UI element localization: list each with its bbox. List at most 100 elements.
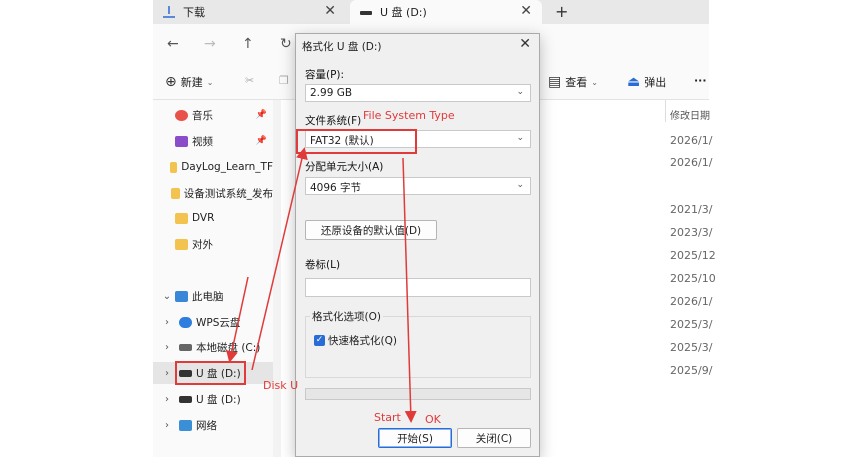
tab-bar: 下载 ✕ U 盘 (D:) ✕ + bbox=[153, 0, 709, 24]
chevron-down-icon: ⌄ bbox=[516, 87, 524, 97]
annotation-file-system-type: File System Type bbox=[363, 109, 455, 122]
disk-u-highlight bbox=[175, 361, 246, 385]
format-dialog: 格式化 U 盘 (D:) ✕ 容量(P): 2.99 GB ⌄ 文件系统(F) … bbox=[295, 33, 540, 457]
pin-icon: 📌 bbox=[255, 110, 267, 120]
usb-drive-icon bbox=[179, 395, 192, 403]
file-date: 2026/1/ bbox=[670, 156, 713, 169]
sidebar-item-label: 此电脑 bbox=[192, 290, 224, 303]
sidebar-item-label: U 盘 (D:) bbox=[196, 393, 241, 406]
capacity-value: 2.99 GB bbox=[310, 87, 353, 99]
pin-icon: 📌 bbox=[255, 136, 267, 146]
tab-label: U 盘 (D:) bbox=[380, 6, 427, 19]
restore-defaults-button[interactable]: 还原设备的默认值(D) bbox=[305, 220, 437, 240]
chevron-right-icon[interactable]: › bbox=[161, 368, 173, 379]
close-icon[interactable]: ✕ bbox=[519, 36, 531, 52]
chevron-down-icon: ⌄ bbox=[206, 77, 214, 87]
sidebar-item-dvr[interactable]: DVR bbox=[153, 207, 273, 229]
sidebar-item-external[interactable]: 对外 bbox=[153, 233, 273, 255]
close-button[interactable]: 关闭(C) bbox=[457, 428, 531, 448]
sidebar-item-label: 音乐 bbox=[192, 109, 213, 122]
view-label: 查看 bbox=[565, 76, 588, 89]
sidebar-item-label: 视频 bbox=[192, 135, 213, 148]
folder-icon bbox=[175, 212, 188, 224]
allocation-unit-select[interactable]: 4096 字节 ⌄ bbox=[305, 177, 531, 195]
chevron-down-icon: ⌄ bbox=[516, 180, 524, 190]
volume-label-label: 卷标(L) bbox=[305, 259, 341, 271]
disk-icon bbox=[179, 343, 192, 351]
tab-usb-drive[interactable]: U 盘 (D:) ✕ bbox=[350, 0, 542, 24]
column-separator bbox=[665, 100, 666, 122]
eject-icon: ⏏ bbox=[627, 74, 641, 90]
copy-icon[interactable]: ❐ bbox=[279, 74, 289, 87]
file-date: 2026/1/ bbox=[670, 134, 713, 147]
file-system-highlight bbox=[296, 129, 417, 154]
chevron-down-icon: ⌄ bbox=[591, 77, 598, 87]
sidebar-item-label: 对外 bbox=[192, 238, 213, 251]
file-date: 2025/9/ bbox=[670, 364, 713, 377]
more-options-icon[interactable]: ··· bbox=[694, 74, 707, 87]
drive-icon bbox=[360, 11, 372, 15]
date-modified-column-header[interactable]: 修改日期 bbox=[670, 107, 710, 122]
volume-label-input[interactable] bbox=[305, 278, 531, 297]
sidebar-item-label: 设备测试系统_发布 bbox=[183, 187, 273, 200]
quick-format-label[interactable]: 快速格式化(Q) bbox=[328, 333, 397, 348]
eject-button[interactable]: ⏏ 弹出 bbox=[627, 74, 666, 90]
navigation-pane: 音乐 📌 视频 📌 DayLog_Learn_TF 设备测试系统_发布 DVR … bbox=[153, 100, 273, 457]
dialog-title: 格式化 U 盘 (D:) bbox=[302, 41, 382, 53]
sidebar-item-local-disk-c[interactable]: › 本地磁盘 (C:) bbox=[153, 336, 273, 358]
chevron-down-icon[interactable]: ⌄ bbox=[161, 291, 173, 302]
file-date: 2021/3/ bbox=[670, 203, 713, 216]
tab-label: 下载 bbox=[183, 6, 205, 19]
file-date: 2025/10 bbox=[670, 272, 716, 285]
sidebar-item-daylog[interactable]: DayLog_Learn_TF bbox=[153, 156, 273, 178]
folder-icon bbox=[169, 161, 178, 173]
new-button[interactable]: ⊕ 新建 ⌄ bbox=[165, 74, 213, 90]
up-arrow-icon[interactable]: ↑ bbox=[242, 36, 254, 52]
chevron-right-icon[interactable]: › bbox=[161, 317, 173, 328]
chevron-right-icon[interactable]: › bbox=[161, 342, 173, 353]
sidebar-item-music[interactable]: 音乐 📌 bbox=[153, 104, 273, 126]
close-icon[interactable]: ✕ bbox=[324, 3, 336, 19]
back-arrow-icon[interactable]: ← bbox=[167, 36, 179, 52]
sidebar-item-device-test[interactable]: 设备测试系统_发布 bbox=[153, 182, 273, 204]
sidebar-item-this-pc[interactable]: ⌄ 此电脑 bbox=[153, 285, 273, 307]
quick-format-checkbox[interactable]: ✓ bbox=[314, 335, 325, 346]
annotation-start: Start bbox=[374, 411, 401, 424]
file-date: 2025/3/ bbox=[670, 318, 713, 331]
sidebar-item-wps-cloud[interactable]: › WPS云盘 bbox=[153, 311, 273, 333]
outer-margin-left bbox=[0, 0, 153, 457]
forward-arrow-icon[interactable]: → bbox=[204, 36, 216, 52]
file-date: 2023/3/ bbox=[670, 226, 713, 239]
chevron-right-icon[interactable]: › bbox=[161, 420, 173, 431]
sidebar-item-network[interactable]: › 网络 bbox=[153, 414, 273, 436]
new-tab-icon[interactable]: + bbox=[555, 2, 568, 21]
folder-icon bbox=[175, 238, 188, 250]
sidebar-item-label: 网络 bbox=[196, 419, 217, 432]
annotation-ok: OK bbox=[425, 413, 441, 426]
outer-margin-right bbox=[709, 0, 863, 457]
cut-icon[interactable]: ✂ bbox=[245, 74, 254, 87]
sidebar-item-usb-drive-d-2[interactable]: › U 盘 (D:) bbox=[153, 388, 273, 410]
file-date: 2025/12 bbox=[670, 249, 716, 262]
tab-downloads[interactable]: 下载 ✕ bbox=[153, 0, 346, 24]
view-icon: ▤ bbox=[548, 74, 562, 90]
file-date: 2025/3/ bbox=[670, 341, 713, 354]
sidebar-item-label: 本地磁盘 (C:) bbox=[196, 341, 261, 354]
capacity-label: 容量(P): bbox=[305, 69, 345, 81]
format-options-group: 格式化选项(O) ✓ 快速格式化(Q) bbox=[305, 309, 531, 378]
eject-label: 弹出 bbox=[644, 76, 667, 89]
start-button[interactable]: 开始(S) bbox=[378, 428, 452, 448]
sidebar-item-videos[interactable]: 视频 📌 bbox=[153, 130, 273, 152]
cloud-icon bbox=[179, 316, 192, 328]
capacity-select[interactable]: 2.99 GB ⌄ bbox=[305, 84, 531, 102]
view-button[interactable]: ▤ 查看 ⌄ bbox=[548, 74, 598, 90]
sidebar-item-label: DayLog_Learn_TF bbox=[181, 161, 273, 173]
pc-icon bbox=[175, 290, 188, 302]
music-icon bbox=[175, 109, 188, 121]
close-icon[interactable]: ✕ bbox=[520, 3, 532, 19]
format-options-label: 格式化选项(O) bbox=[310, 309, 383, 324]
chevron-right-icon[interactable]: › bbox=[161, 394, 173, 405]
annotation-disk-u: Disk U bbox=[263, 379, 299, 392]
file-system-label: 文件系统(F) bbox=[305, 115, 362, 127]
refresh-icon[interactable]: ↻ bbox=[280, 36, 292, 52]
